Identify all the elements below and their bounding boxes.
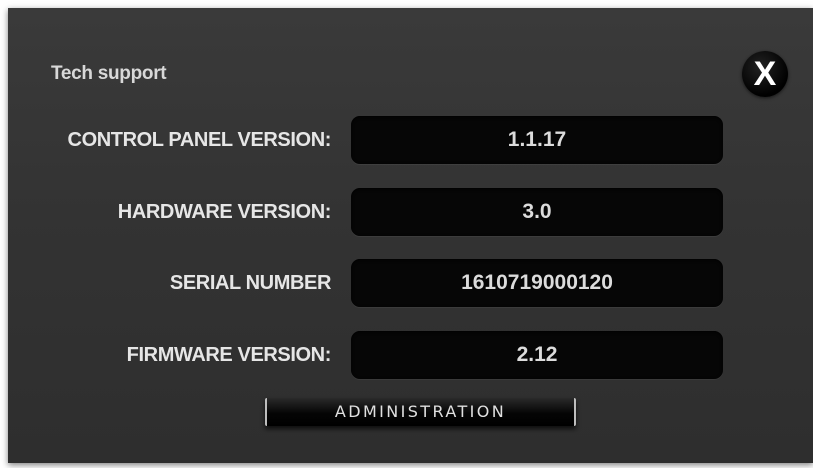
firmware-version-row: FIRMWARE VERSION: 2.12: [8, 331, 813, 379]
hardware-version-label: HARDWARE VERSION:: [117, 201, 332, 223]
administration-button[interactable]: ADMINISTRATION: [265, 398, 576, 426]
firmware-version-value: 2.12: [351, 331, 723, 379]
serial-number-label: SERIAL NUMBER: [169, 272, 332, 294]
control-panel-version-row: CONTROL PANEL VERSION: 1.1.17: [8, 116, 813, 164]
hardware-version-row: HARDWARE VERSION: 3.0: [8, 188, 813, 236]
serial-number-row: SERIAL NUMBER 1610719000120: [8, 259, 813, 307]
close-button[interactable]: X: [742, 51, 788, 97]
firmware-version-label: FIRMWARE VERSION:: [126, 344, 332, 366]
dialog-title: Tech support: [51, 63, 167, 84]
serial-number-value: 1610719000120: [351, 259, 723, 307]
tech-support-dialog: Tech support X CONTROL PANEL VERSION: 1.…: [8, 8, 813, 463]
control-panel-version-label: CONTROL PANEL VERSION:: [67, 129, 332, 151]
hardware-version-value: 3.0: [351, 188, 723, 236]
control-panel-version-value: 1.1.17: [351, 116, 723, 164]
